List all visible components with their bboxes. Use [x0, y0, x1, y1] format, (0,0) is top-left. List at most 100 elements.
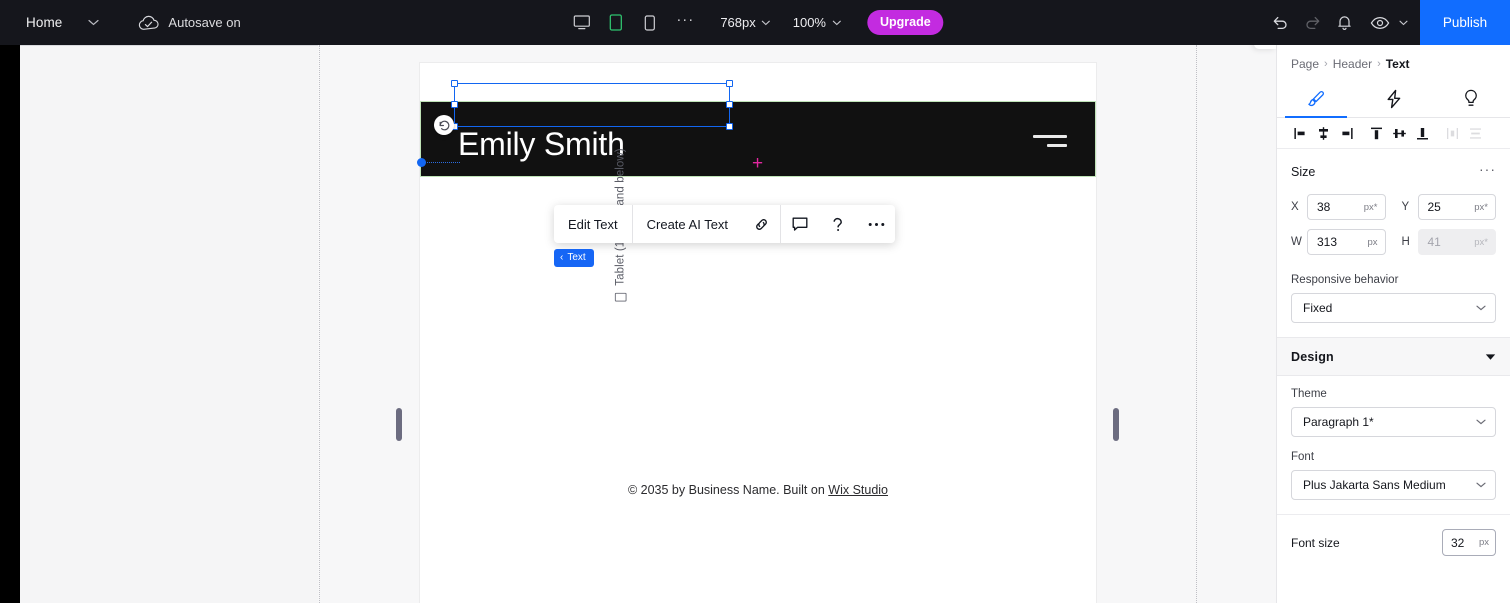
hamburger-icon[interactable]	[1033, 135, 1067, 147]
zoom-value: 100%	[792, 15, 826, 30]
reset-rotation-icon[interactable]	[434, 115, 454, 135]
upgrade-button[interactable]: Upgrade	[866, 10, 944, 35]
canvas-top-strip	[420, 63, 1096, 101]
theme-group: Theme Paragraph 1*	[1291, 388, 1496, 437]
x-unit: px*	[1363, 201, 1378, 213]
breadcrumb-item-text[interactable]: Text	[1386, 57, 1410, 71]
tab-design[interactable]	[1277, 80, 1355, 118]
comment-icon[interactable]	[781, 205, 819, 243]
x-input[interactable]: 38 px*	[1307, 194, 1386, 220]
stage-resize-handle-left[interactable]	[396, 408, 402, 441]
wix-studio-link[interactable]: Wix Studio	[828, 483, 888, 497]
font-value: Plus Jakarta Sans Medium	[1303, 478, 1446, 492]
align-center-h-icon[interactable]	[1312, 122, 1335, 145]
bell-icon[interactable]	[1328, 7, 1360, 39]
device-mobile-button[interactable]	[634, 8, 664, 38]
tab-interactions[interactable]	[1355, 80, 1433, 117]
chevron-down-icon	[1476, 305, 1486, 311]
size-section: Size ··· X 38 px* Y 25 px* W 313 px H 41…	[1277, 149, 1510, 337]
chevron-down-icon[interactable]	[80, 10, 106, 36]
theme-select[interactable]: Paragraph 1*	[1291, 407, 1496, 437]
device-more-icon[interactable]: ···	[672, 10, 698, 36]
font-label: Font	[1291, 451, 1315, 463]
editor-stage[interactable]: Tablet (1000px and below) Emily Smith	[318, 45, 1276, 603]
theme-value: Paragraph 1*	[1303, 415, 1374, 429]
design-section-header[interactable]: Design	[1277, 337, 1510, 376]
inspector-panel: Page › Header › Text Size ··· X 38 px* Y…	[1276, 45, 1510, 603]
home-menu-button[interactable]: Home	[24, 11, 64, 34]
edit-text-button[interactable]: Edit Text	[554, 205, 632, 243]
chevron-down-icon	[1399, 20, 1408, 25]
more-options-icon[interactable]	[857, 205, 895, 243]
y-input[interactable]: 25 px*	[1417, 194, 1496, 220]
footer-copyright: © 2035 by Business Name. Built on	[627, 483, 829, 497]
breadcrumb-item-page[interactable]: Page	[1291, 57, 1319, 71]
h-unit: px*	[1474, 236, 1488, 248]
element-action-toolbar: Edit Text Create AI Text	[554, 205, 896, 243]
site-footer-text: © 2035 by Business Name. Built on Wix St…	[420, 483, 1096, 497]
question-mark-icon[interactable]	[819, 205, 857, 243]
lightbulb-icon	[1463, 89, 1479, 109]
device-desktop-button[interactable]	[566, 8, 596, 38]
responsive-behavior-value: Fixed	[1303, 301, 1333, 315]
y-label: Y	[1401, 201, 1410, 213]
font-size-input[interactable]: 32 px	[1442, 529, 1496, 556]
x-value: 38	[1317, 200, 1331, 214]
stage-guide-left	[319, 45, 320, 603]
undo-icon[interactable]	[1264, 7, 1296, 39]
preview-button[interactable]	[1364, 7, 1408, 39]
left-panel-area	[20, 45, 318, 603]
selection-anchor-dot[interactable]	[417, 158, 426, 167]
triangle-down-icon[interactable]	[1485, 353, 1496, 361]
y-value: 25	[1427, 200, 1441, 214]
breakpoint-width-select[interactable]: 768px	[720, 15, 771, 30]
size-more-options-icon[interactable]: ···	[1479, 161, 1496, 182]
badge-back-chevron[interactable]: ‹	[560, 252, 563, 263]
align-middle-v-icon[interactable]	[1388, 122, 1411, 145]
autosave-status: Autosave on	[138, 15, 241, 31]
headline-text-element[interactable]: Emily Smith	[458, 124, 625, 164]
link-icon[interactable]	[742, 205, 780, 243]
device-tablet-button[interactable]	[600, 8, 630, 38]
font-select[interactable]: Plus Jakarta Sans Medium	[1291, 470, 1496, 500]
create-ai-text-button[interactable]: Create AI Text	[633, 205, 742, 243]
size-row-wh: W 313 px H 41 px*	[1291, 229, 1496, 255]
align-right-icon[interactable]	[1335, 122, 1358, 145]
stage-resize-handle-right[interactable]	[1113, 408, 1119, 441]
redo-icon[interactable]	[1296, 7, 1328, 39]
element-type-badge[interactable]: ‹ Text	[554, 249, 594, 267]
h-label: H	[1401, 236, 1410, 248]
breadcrumb-item-header[interactable]: Header	[1333, 57, 1372, 71]
chevron-down-icon	[762, 20, 771, 25]
size-row-xy: X 38 px* Y 25 px*	[1291, 194, 1496, 220]
stage-guide-right	[1196, 45, 1197, 603]
distribute-h-icon	[1441, 122, 1464, 145]
badge-label: Text	[567, 252, 586, 263]
add-element-plus-icon[interactable]: +	[752, 154, 763, 173]
align-bottom-icon[interactable]	[1411, 122, 1434, 145]
responsive-behavior-group: Responsive behavior Fixed	[1291, 274, 1496, 323]
size-section-header: Size ···	[1291, 161, 1496, 182]
align-top-icon[interactable]	[1365, 122, 1388, 145]
width-input[interactable]: 313 px	[1307, 229, 1386, 255]
y-unit: px*	[1474, 201, 1488, 213]
tablet-icon	[615, 292, 627, 302]
publish-button[interactable]: Publish	[1420, 0, 1510, 45]
zoom-select[interactable]: 100%	[793, 15, 841, 30]
site-canvas[interactable]: Emily Smith + Edit Text Create AI Text ‹…	[417, 63, 1096, 603]
wix-studio-editor: Home Autosave on ··· 768px 100% Upgrade …	[0, 0, 1510, 603]
breadcrumb-separator: ›	[1324, 58, 1328, 70]
topbar-center-group: ··· 768px 100% Upgrade	[566, 0, 944, 45]
font-size-unit: px	[1478, 537, 1489, 548]
tab-ideas[interactable]	[1432, 80, 1510, 117]
chevron-down-icon	[1476, 419, 1486, 425]
h-value: 41	[1427, 235, 1441, 249]
topbar-left-group: Home Autosave on	[0, 10, 241, 36]
align-left-icon[interactable]	[1289, 122, 1312, 145]
theme-label: Theme	[1291, 388, 1327, 400]
eye-icon[interactable]	[1364, 7, 1396, 39]
responsive-behavior-select[interactable]: Fixed	[1291, 293, 1496, 323]
height-input: 41 px*	[1417, 229, 1496, 255]
selection-anchor-line	[420, 162, 460, 163]
font-size-row: Font size 32 px	[1277, 514, 1510, 556]
